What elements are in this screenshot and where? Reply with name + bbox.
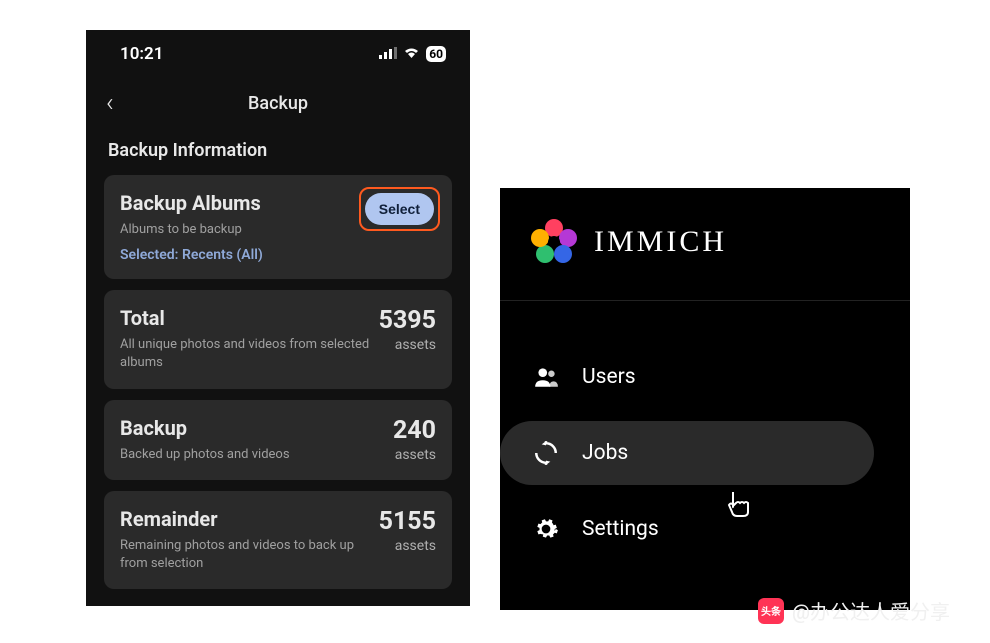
sync-icon bbox=[532, 439, 560, 467]
clock: 10:21 bbox=[120, 44, 163, 64]
sidebar-item-jobs[interactable]: Jobs bbox=[500, 421, 874, 485]
remainder-stat-card: Remainder Remaining photos and videos to… bbox=[104, 491, 452, 589]
brand-name: IMMICH bbox=[594, 225, 727, 259]
wifi-icon bbox=[403, 44, 420, 64]
total-stat-card: Total All unique photos and videos from … bbox=[104, 290, 452, 388]
status-bar: 10:21 60 bbox=[86, 30, 470, 72]
backup-albums-card: Backup Albums Albums to be backup Select… bbox=[104, 175, 452, 279]
stat-subtitle: Remaining photos and videos to back up f… bbox=[120, 537, 379, 573]
stat-unit: assets bbox=[379, 538, 436, 554]
stat-subtitle: Backed up photos and videos bbox=[120, 446, 393, 464]
stat-unit: assets bbox=[393, 447, 436, 463]
nav-label: Settings bbox=[582, 517, 659, 541]
signal-icon bbox=[379, 44, 397, 64]
nav-header: ‹ Backup bbox=[86, 72, 470, 130]
watermark-text: @办公达人爱分享 bbox=[792, 596, 950, 625]
pointer-cursor-icon bbox=[725, 488, 751, 525]
select-button-highlight: Select bbox=[359, 187, 440, 231]
nav-label: Jobs bbox=[582, 441, 628, 465]
stat-value: 5395 bbox=[379, 306, 436, 335]
status-indicators: 60 bbox=[379, 44, 446, 64]
backup-stat-card: Backup Backed up photos and videos 240 a… bbox=[104, 400, 452, 480]
mobile-backup-screen: 10:21 60 ‹ Backup Backup Information Bac… bbox=[86, 30, 470, 606]
watermark: 头条 @办公达人爱分享 bbox=[758, 596, 950, 625]
toutiao-logo-icon: 头条 bbox=[758, 598, 784, 624]
selected-albums-text: Selected: Recents (All) bbox=[120, 247, 436, 263]
section-title: Backup Information bbox=[86, 130, 470, 175]
stat-heading: Remainder bbox=[120, 507, 379, 531]
brand-row[interactable]: IMMICH bbox=[500, 188, 910, 300]
select-button[interactable]: Select bbox=[365, 193, 434, 225]
stat-value: 240 bbox=[393, 416, 436, 445]
stat-heading: Backup bbox=[120, 416, 393, 440]
stat-unit: assets bbox=[379, 337, 436, 353]
sidebar-item-users[interactable]: Users bbox=[500, 341, 910, 413]
nav-label: Users bbox=[582, 365, 636, 389]
back-chevron-icon[interactable]: ‹ bbox=[106, 90, 114, 116]
gear-icon bbox=[532, 515, 560, 543]
users-icon bbox=[532, 363, 560, 391]
sidebar-item-settings[interactable]: Settings bbox=[500, 493, 910, 565]
stat-heading: Total bbox=[120, 306, 379, 330]
stat-subtitle: All unique photos and videos from select… bbox=[120, 336, 379, 372]
divider bbox=[500, 300, 910, 301]
admin-sidebar: IMMICH Users Jobs Settings bbox=[500, 188, 910, 610]
page-title: Backup bbox=[248, 93, 308, 114]
battery-badge: 60 bbox=[426, 46, 446, 62]
immich-logo-icon bbox=[530, 218, 578, 266]
stat-value: 5155 bbox=[379, 507, 436, 536]
